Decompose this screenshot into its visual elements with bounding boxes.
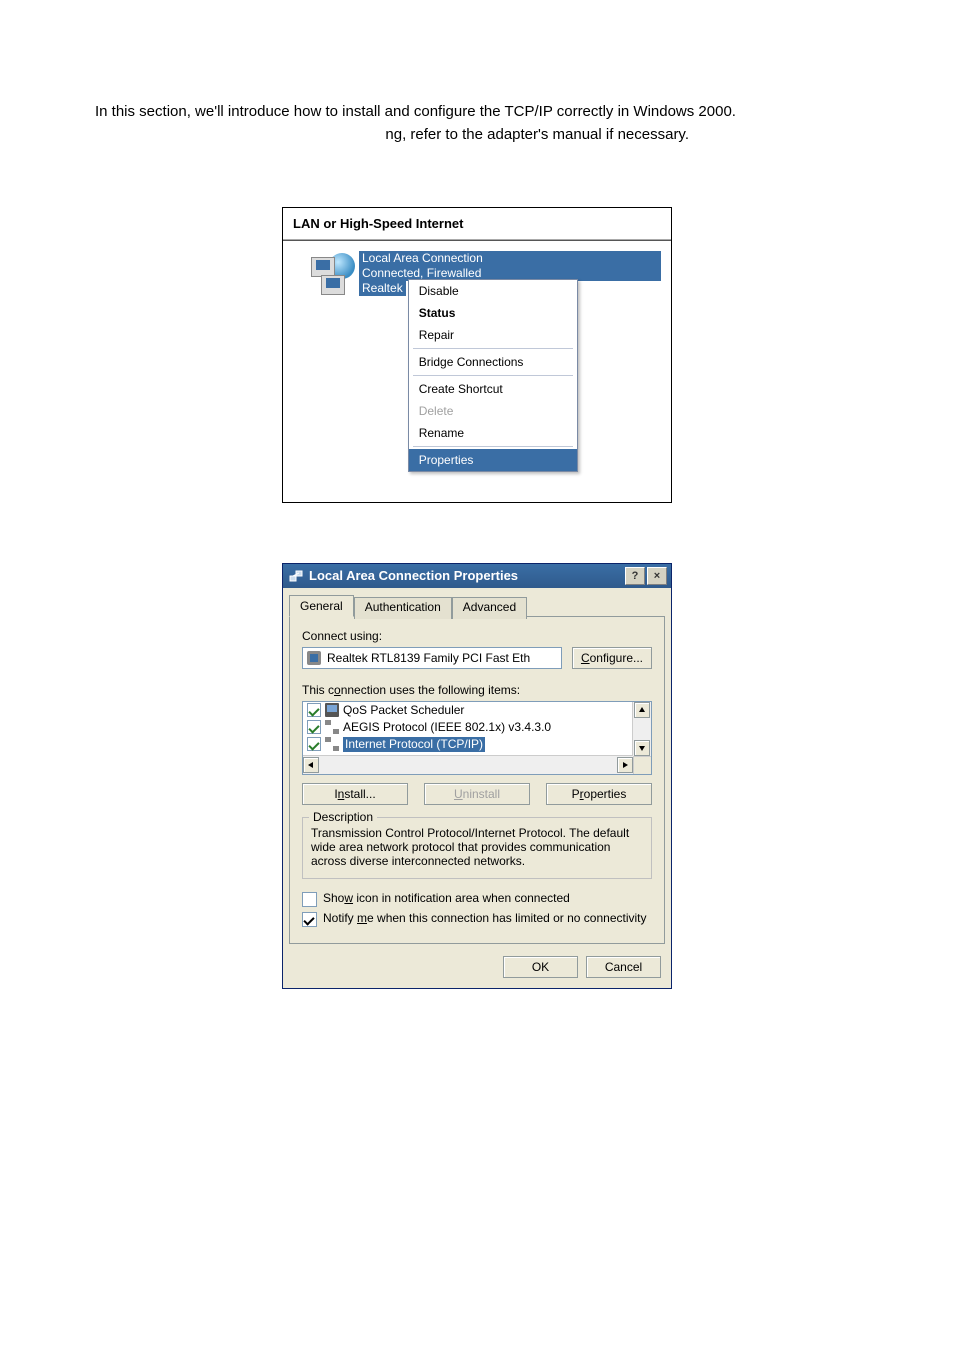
tcpip-label: Internet Protocol (TCP/IP) (343, 737, 485, 752)
description-text: Transmission Control Protocol/Internet P… (311, 826, 643, 868)
scroll-down-icon[interactable] (634, 740, 650, 756)
aegis-icon (325, 720, 339, 734)
qos-icon (325, 703, 339, 717)
tab-panel: Connect using: Realtek RTL8139 Family PC… (289, 616, 665, 944)
configure-button[interactable]: Configure... (572, 647, 652, 669)
adapter-textbox[interactable]: Realtek RTL8139 Family PCI Fast Eth (302, 647, 562, 669)
menu-bridge[interactable]: Bridge Connections (409, 351, 577, 373)
tab-advanced[interactable]: Advanced (452, 597, 527, 619)
scroll-corner (633, 756, 651, 774)
titlebar[interactable]: Local Area Connection Properties ? × (283, 564, 671, 588)
tcpip-icon (325, 737, 339, 751)
properties-button[interactable]: Properties (546, 783, 652, 805)
vertical-scrollbar[interactable] (632, 702, 651, 756)
figure-properties-dialog: Local Area Connection Properties ? × Gen… (282, 563, 672, 989)
checkbox-qos[interactable] (307, 703, 321, 717)
scroll-left-icon[interactable] (303, 757, 319, 773)
uninstall-button: Uninstall (424, 783, 530, 805)
menu-separator-1 (413, 348, 573, 349)
help-button[interactable]: ? (625, 567, 645, 585)
aegis-label: AEGIS Protocol (IEEE 802.1x) v3.4.3.0 (343, 720, 551, 735)
network-connection-icon[interactable] (307, 251, 355, 299)
adapter-name: Realtek RTL8139 Family PCI Fast Eth (327, 651, 530, 665)
list-item-aegis[interactable]: AEGIS Protocol (IEEE 802.1x) v3.4.3.0 (303, 719, 633, 736)
tab-authentication[interactable]: Authentication (354, 597, 452, 619)
notify-label: Notify me when this connection has limit… (323, 911, 647, 925)
description-group: Description Transmission Control Protoco… (302, 817, 652, 879)
menu-separator-3 (413, 446, 573, 447)
menu-status[interactable]: Status (409, 302, 577, 324)
tabs: General Authentication Advanced (283, 588, 671, 616)
list-item-tcpip[interactable]: Internet Protocol (TCP/IP) (303, 736, 633, 753)
show-icon-label: Show icon in notification area when conn… (323, 891, 570, 905)
intro-line-2: ng, refer to the adapter's manual if nec… (95, 123, 859, 146)
menu-repair[interactable]: Repair (409, 324, 577, 346)
scroll-right-icon[interactable] (617, 757, 633, 773)
adapter-icon (307, 651, 321, 665)
uses-items-label: This connection uses the following items… (302, 683, 652, 697)
context-menu: Disable Status Repair Bridge Connections… (408, 279, 578, 472)
checkbox-aegis[interactable] (307, 720, 321, 734)
header-divider (283, 239, 671, 241)
figure-context-menu: LAN or High-Speed Internet Local Area Co… (282, 207, 672, 503)
cancel-button[interactable]: Cancel (586, 956, 661, 978)
intro-text: In this section, we'll introduce how to … (95, 100, 859, 147)
checkbox-show-icon[interactable] (302, 892, 317, 907)
close-button[interactable]: × (647, 567, 667, 585)
lan-header: LAN or High-Speed Internet (283, 208, 671, 237)
description-legend: Description (309, 810, 377, 824)
menu-rename[interactable]: Rename (409, 422, 577, 444)
list-item-qos[interactable]: QoS Packet Scheduler (303, 702, 633, 719)
components-listbox[interactable]: QoS Packet Scheduler AEGIS Protocol (IEE… (302, 701, 652, 775)
connect-using-label: Connect using: (302, 629, 652, 643)
menu-properties[interactable]: Properties (409, 449, 577, 471)
dialog-title: Local Area Connection Properties (309, 568, 625, 583)
install-button[interactable]: Install... (302, 783, 408, 805)
menu-separator-2 (413, 375, 573, 376)
horizontal-scrollbar[interactable] (303, 755, 633, 774)
menu-shortcut[interactable]: Create Shortcut (409, 378, 577, 400)
qos-label: QoS Packet Scheduler (343, 703, 464, 718)
intro-line-1: In this section, we'll introduce how to … (95, 100, 859, 123)
tab-general[interactable]: General (289, 595, 354, 617)
scroll-up-icon[interactable] (634, 702, 650, 718)
ok-button[interactable]: OK (503, 956, 578, 978)
titlebar-icon (289, 569, 303, 583)
menu-disable[interactable]: Disable (409, 280, 577, 302)
menu-delete: Delete (409, 400, 577, 422)
checkbox-tcpip[interactable] (307, 737, 321, 751)
connection-name[interactable]: Local Area Connection (359, 251, 661, 266)
checkbox-notify[interactable] (302, 912, 317, 927)
connection-adapter: Realtek (359, 281, 406, 296)
